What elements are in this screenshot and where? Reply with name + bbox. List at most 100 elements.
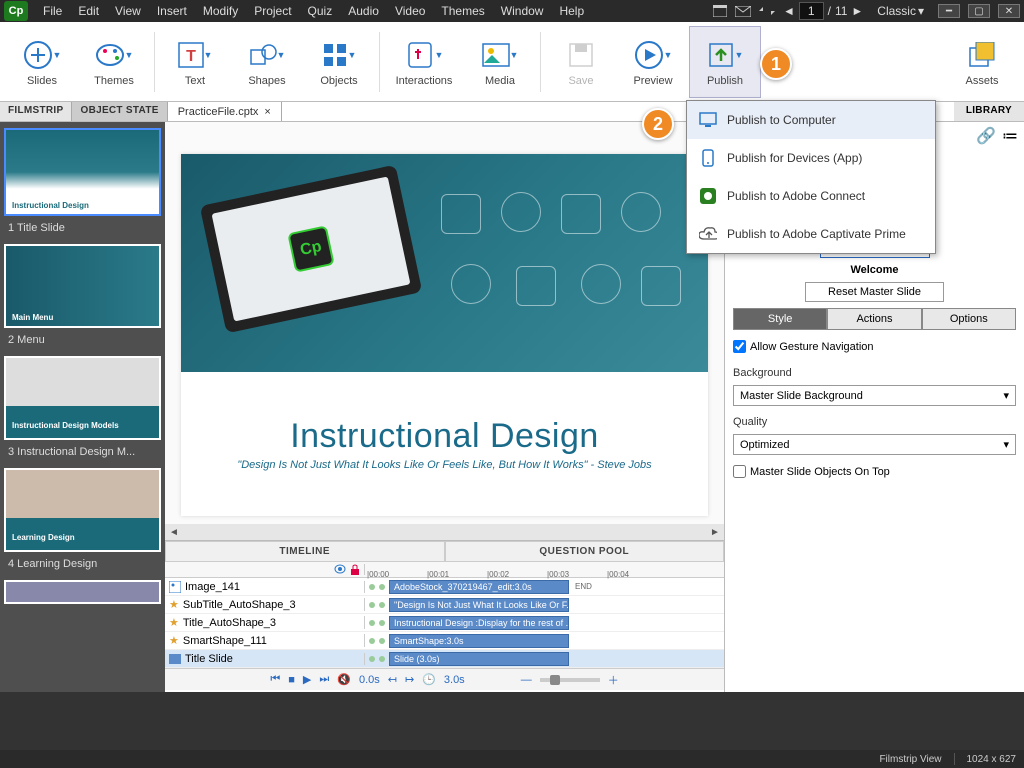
zoom-in-icon[interactable]: ＋ xyxy=(608,672,619,688)
menu-edit[interactable]: Edit xyxy=(71,2,106,20)
stop-icon[interactable]: ■ xyxy=(288,674,295,686)
slide-subtitle[interactable]: "Design Is Not Just What It Looks Like O… xyxy=(237,459,651,471)
filmstrip-slide-3[interactable]: Instructional Design Models xyxy=(4,356,161,440)
save-button: Save xyxy=(545,26,617,98)
page-next-icon[interactable]: ► xyxy=(851,4,863,18)
maximize-button[interactable]: ▢ xyxy=(968,4,990,18)
filmstrip-slide-4[interactable]: Learning Design xyxy=(4,468,161,552)
layout-selector[interactable]: Classic ▾ xyxy=(871,4,930,18)
allow-gesture-input[interactable] xyxy=(733,340,746,353)
loop-right-icon[interactable]: ↦ xyxy=(405,673,414,686)
timeline-row[interactable]: ★SubTitle_AutoShape_3"Design Is Not Just… xyxy=(165,596,724,614)
menu-file[interactable]: File xyxy=(36,2,69,20)
timeline-row[interactable]: ★SmartShape_111SmartShape:3.0s xyxy=(165,632,724,650)
sync-icon[interactable] xyxy=(759,5,775,17)
zoom-slider[interactable] xyxy=(550,675,560,685)
themes-button[interactable]: ▼ Themes xyxy=(78,26,150,98)
thumb-caption: Main Menu xyxy=(12,313,53,322)
publish-captivate-prime[interactable]: Publish to Adobe Captivate Prime xyxy=(687,215,935,253)
tab-object-state[interactable]: OBJECT STATE xyxy=(72,102,167,121)
close-button[interactable]: ✕ xyxy=(998,4,1020,18)
menu-project[interactable]: Project xyxy=(247,2,298,20)
tick: |00:02 xyxy=(487,570,509,579)
canvas-hscrollbar[interactable]: ◄► xyxy=(165,524,724,540)
tab-question-pool[interactable]: QUESTION POOL xyxy=(445,541,725,562)
tick: |00:04 xyxy=(607,570,629,579)
menu-insert[interactable]: Insert xyxy=(150,2,194,20)
menu-modify[interactable]: Modify xyxy=(196,2,245,20)
rewind-icon[interactable]: ⏮ xyxy=(270,673,280,686)
master-on-top-input[interactable] xyxy=(733,465,746,478)
media-label: Media xyxy=(485,75,515,87)
publish-item-label: Publish for Devices (App) xyxy=(727,151,862,165)
menu-help[interactable]: Help xyxy=(552,2,591,20)
file-tab[interactable]: PracticeFile.cptx × xyxy=(168,102,282,121)
publish-to-computer[interactable]: Publish to Computer xyxy=(687,101,935,139)
objects-button[interactable]: ▼ Objects xyxy=(303,26,375,98)
mail-icon[interactable] xyxy=(735,6,751,17)
tab-library[interactable]: LIBRARY xyxy=(954,102,1024,121)
text-label: Text xyxy=(185,75,205,87)
menu-window[interactable]: Window xyxy=(494,2,551,20)
tab-actions[interactable]: Actions xyxy=(827,308,921,330)
filmstrip-slide-2[interactable]: Main Menu xyxy=(4,244,161,328)
preview-label: Preview xyxy=(633,75,672,87)
thumb-caption: Instructional Design xyxy=(12,201,89,210)
menu-themes[interactable]: Themes xyxy=(434,2,491,20)
quality-value: Optimized xyxy=(740,439,790,451)
master-on-top-checkbox[interactable]: Master Slide Objects On Top xyxy=(733,465,1016,478)
publish-for-devices[interactable]: Publish for Devices (App) xyxy=(687,139,935,177)
filmstrip-panel: Instructional Design 1 Title Slide Main … xyxy=(0,122,165,692)
file-tab-close-icon[interactable]: × xyxy=(264,106,270,118)
tick: |00:03 xyxy=(547,570,569,579)
timeline-row[interactable]: ★Title_AutoShape_3Instructional Design :… xyxy=(165,614,724,632)
audio-icon[interactable]: 🔇 xyxy=(337,673,351,686)
minimize-button[interactable]: ━ xyxy=(938,4,960,18)
filmstrip-slide-5[interactable] xyxy=(4,580,161,604)
device-icon xyxy=(699,149,717,167)
publish-button[interactable]: ▼ Publish xyxy=(689,26,761,98)
timeline-row[interactable]: Image_141AdobeStock_370219467_edit:3.0sE… xyxy=(165,578,724,596)
slides-button[interactable]: ▼ Slides xyxy=(6,26,78,98)
interactions-button[interactable]: ▼ Interactions xyxy=(384,26,464,98)
menu-audio[interactable]: Audio xyxy=(341,2,386,20)
quality-select[interactable]: Optimized▾ xyxy=(733,434,1016,455)
thumb-caption: Instructional Design Models xyxy=(12,421,119,430)
layout-name: Classic xyxy=(877,4,916,18)
publish-adobe-connect[interactable]: Publish to Adobe Connect xyxy=(687,177,935,215)
tab-filmstrip[interactable]: FILMSTRIP xyxy=(0,102,72,121)
reset-master-button[interactable]: Reset Master Slide xyxy=(805,282,944,302)
time-end: 3.0s xyxy=(444,674,465,686)
text-button[interactable]: T▼ Text xyxy=(159,26,231,98)
ffwd-icon[interactable]: ⏭ xyxy=(319,673,329,686)
slide-canvas[interactable]: Cp Instructional Design "Design Is Not J… xyxy=(181,154,708,516)
list-icon[interactable]: ≔ xyxy=(1002,126,1018,146)
lock-icon[interactable] xyxy=(350,564,360,575)
filmstrip-slide-1[interactable]: Instructional Design xyxy=(4,128,161,216)
slides-label: Slides xyxy=(27,75,57,87)
play-icon[interactable]: ▶ xyxy=(303,673,311,686)
allow-gesture-checkbox[interactable]: Allow Gesture Navigation xyxy=(733,340,1016,353)
assets-button[interactable]: Assets xyxy=(946,26,1018,98)
page-prev-icon[interactable]: ◄ xyxy=(783,4,795,18)
media-button[interactable]: ▼ Media xyxy=(464,26,536,98)
tab-style[interactable]: Style xyxy=(733,308,827,330)
timeline-row[interactable]: Title SlideSlide (3.0s) xyxy=(165,650,724,668)
link-icon[interactable]: 🔗 xyxy=(976,126,996,146)
eye-icon[interactable] xyxy=(334,564,346,574)
page-current[interactable]: 1 xyxy=(799,2,824,20)
layout-icon[interactable] xyxy=(713,5,727,17)
background-select[interactable]: Master Slide Background▾ xyxy=(733,385,1016,406)
slide-title[interactable]: Instructional Design xyxy=(290,417,599,456)
loop-left-icon[interactable]: ↤ xyxy=(388,673,397,686)
menu-video[interactable]: Video xyxy=(388,2,432,20)
shapes-button[interactable]: ▼ Shapes xyxy=(231,26,303,98)
tab-timeline[interactable]: TIMELINE xyxy=(165,541,445,562)
save-label: Save xyxy=(568,75,593,87)
zoom-out-icon[interactable]: — xyxy=(521,674,532,686)
tab-options[interactable]: Options xyxy=(922,308,1016,330)
timeline-controls: ⏮ ■ ▶ ⏭ 🔇 0.0s ↤ ↦ 🕒 3.0s — ＋ xyxy=(165,668,724,690)
menu-quiz[interactable]: Quiz xyxy=(301,2,340,20)
preview-button[interactable]: ▼ Preview xyxy=(617,26,689,98)
menu-view[interactable]: View xyxy=(108,2,148,20)
